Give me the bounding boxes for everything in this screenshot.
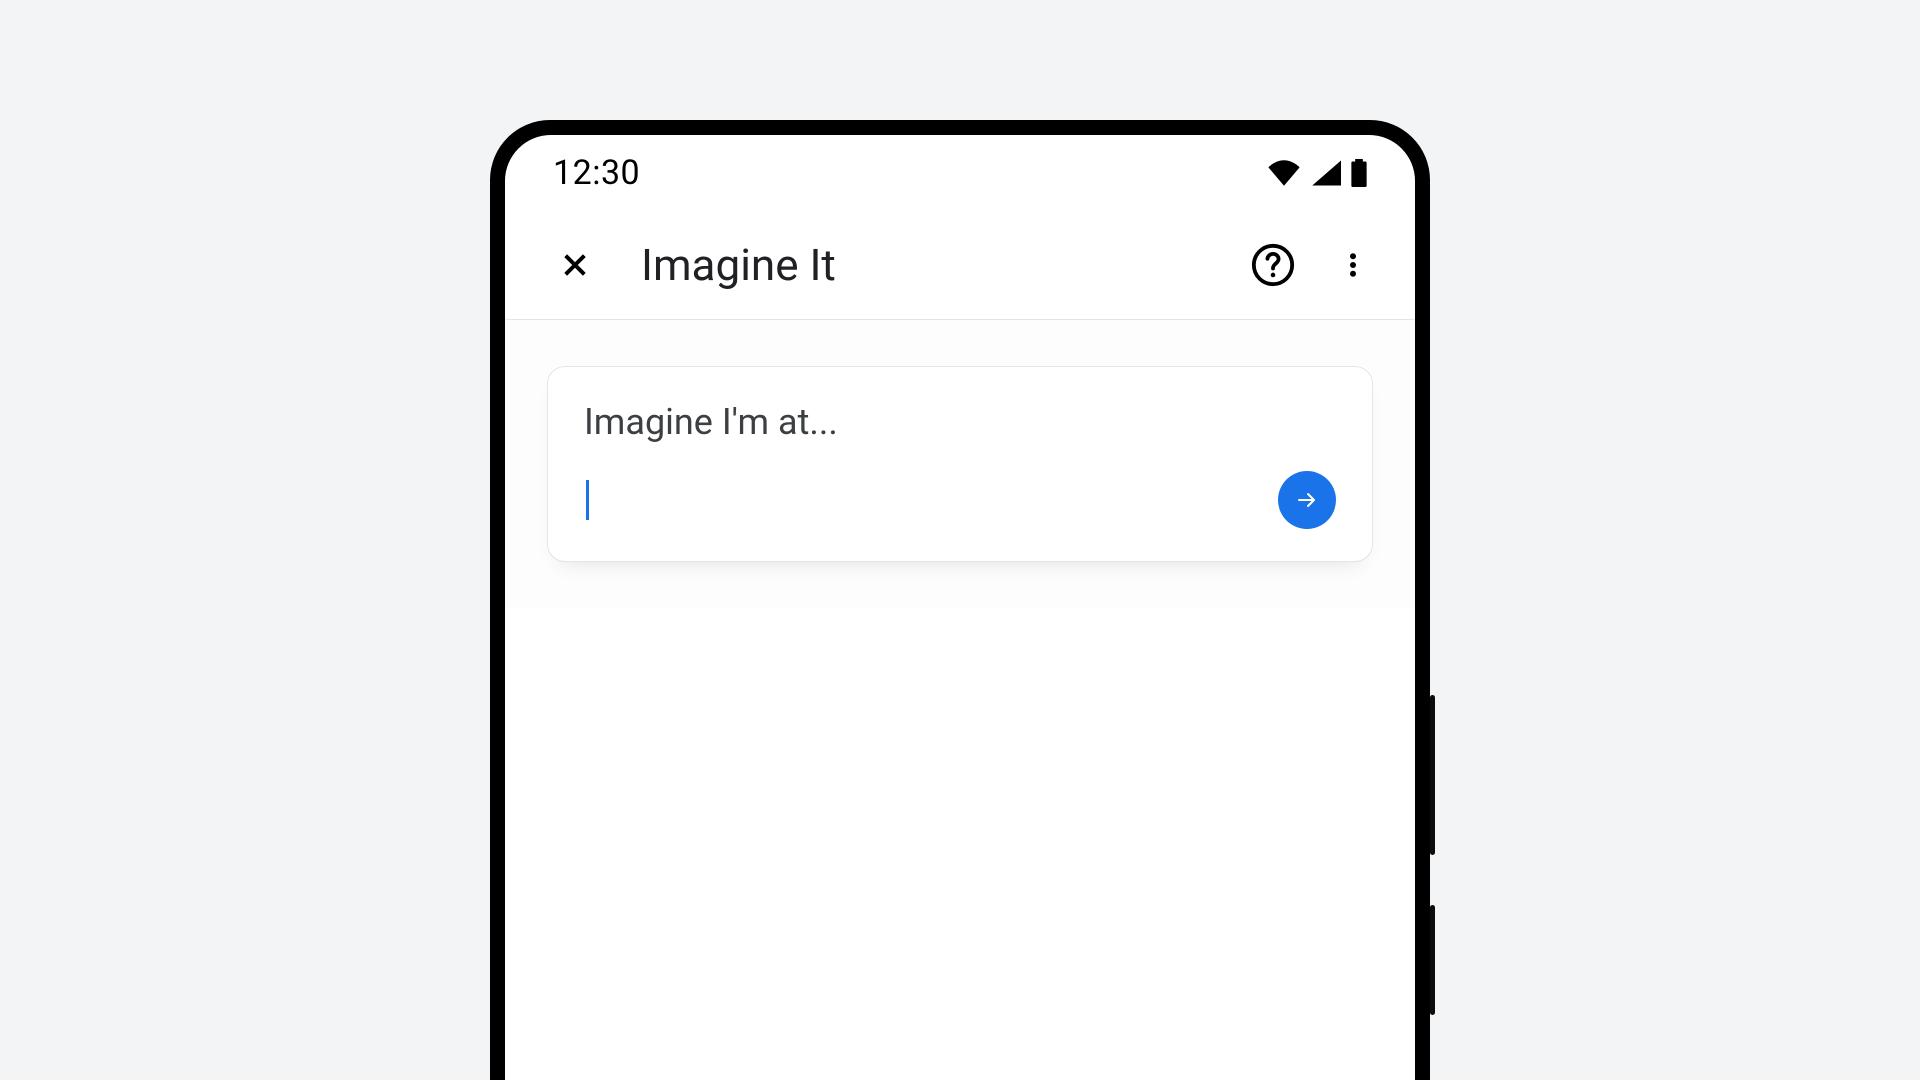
app-bar: Imagine It xyxy=(505,210,1415,320)
text-cursor xyxy=(586,480,589,520)
status-icons xyxy=(1267,159,1367,187)
prompt-label: Imagine I'm at... xyxy=(584,401,1336,443)
close-button[interactable] xyxy=(543,233,607,297)
status-bar: 12:30 xyxy=(505,135,1415,210)
phone-screen: 12:30 Imagine It xyxy=(505,135,1415,1080)
close-icon xyxy=(558,248,592,282)
help-icon xyxy=(1250,242,1296,288)
phone-side-button xyxy=(1430,905,1435,1015)
prompt-card: Imagine I'm at... xyxy=(547,366,1373,562)
prompt-input-row xyxy=(584,471,1336,529)
phone-frame: 12:30 Imagine It xyxy=(490,120,1430,1080)
content-area: Imagine I'm at... xyxy=(505,320,1415,608)
cellular-icon xyxy=(1311,160,1341,186)
submit-button[interactable] xyxy=(1278,471,1336,529)
battery-icon xyxy=(1351,159,1367,187)
prompt-input[interactable] xyxy=(584,480,1258,520)
more-vert-icon xyxy=(1338,245,1368,285)
arrow-right-icon xyxy=(1295,488,1319,512)
wifi-icon xyxy=(1267,160,1301,186)
status-time: 12:30 xyxy=(553,153,640,193)
more-button[interactable] xyxy=(1321,233,1385,297)
help-button[interactable] xyxy=(1241,233,1305,297)
phone-side-button xyxy=(1430,695,1435,855)
phone-mockup: 12:30 Imagine It xyxy=(490,120,1430,1080)
app-title: Imagine It xyxy=(641,239,1241,291)
